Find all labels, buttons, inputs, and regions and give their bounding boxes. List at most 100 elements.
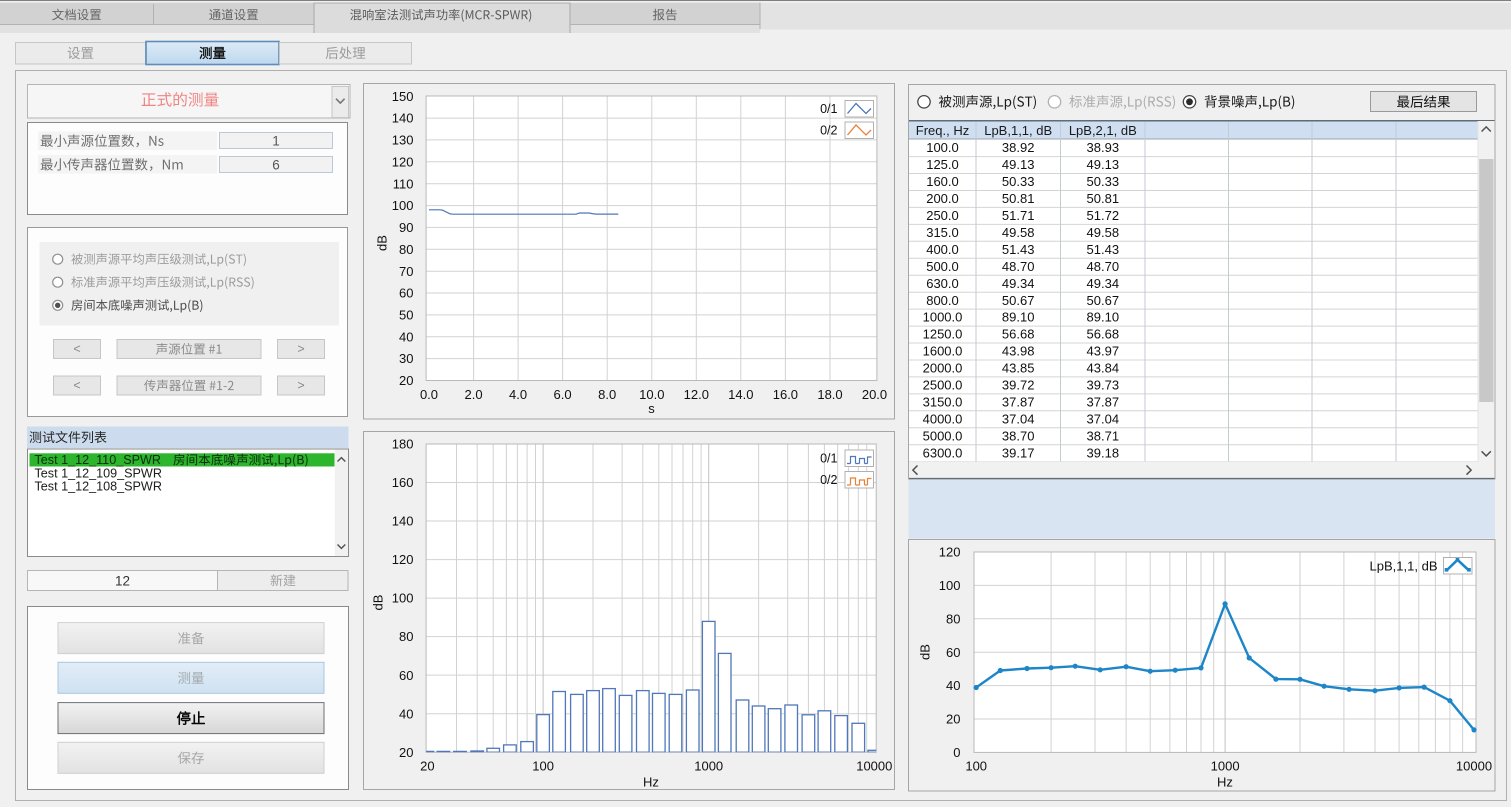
svg-text:40: 40 (399, 706, 413, 721)
svg-text:6.0: 6.0 (554, 387, 572, 402)
svg-text:s: s (648, 401, 655, 416)
svg-text:1250.0: 1250.0 (923, 327, 963, 342)
svg-text:39.18: 39.18 (1087, 445, 1120, 460)
svg-text:12: 12 (115, 573, 130, 588)
svg-text:5000.0: 5000.0 (923, 428, 963, 443)
svg-text:51.71: 51.71 (1002, 208, 1035, 223)
svg-text:100: 100 (392, 198, 414, 213)
svg-text:39.73: 39.73 (1087, 378, 1120, 393)
svg-text:100: 100 (965, 758, 987, 773)
svg-text:14.0: 14.0 (728, 387, 753, 402)
svg-text:48.70: 48.70 (1002, 259, 1035, 274)
svg-text:120: 120 (392, 552, 414, 567)
svg-text:4.0: 4.0 (509, 387, 527, 402)
svg-text:1600.0: 1600.0 (923, 344, 963, 359)
svg-text:LpB,1,1, dB: LpB,1,1, dB (1370, 558, 1438, 573)
svg-text:1000: 1000 (694, 758, 723, 773)
svg-text:1000.0: 1000.0 (923, 310, 963, 325)
svg-text:6300.0: 6300.0 (923, 445, 963, 460)
svg-text:8.0: 8.0 (598, 387, 616, 402)
svg-text:50: 50 (399, 308, 413, 323)
svg-text:Test 1_12_109_SPWR: Test 1_12_109_SPWR (35, 466, 162, 480)
svg-text:125.0: 125.0 (926, 157, 959, 172)
svg-text:Hz: Hz (1217, 774, 1233, 789)
svg-text:150: 150 (392, 89, 414, 104)
svg-text:Hz: Hz (643, 774, 659, 789)
svg-text:500.0: 500.0 (926, 259, 959, 274)
svg-text:80: 80 (946, 611, 960, 626)
svg-text:100: 100 (392, 591, 414, 606)
svg-text:>: > (297, 379, 304, 393)
svg-text:38.70: 38.70 (1002, 428, 1035, 443)
svg-text:80: 80 (399, 629, 413, 644)
svg-text:0/1: 0/1 (820, 102, 837, 116)
svg-text:49.58: 49.58 (1087, 225, 1120, 240)
svg-text:3150.0: 3150.0 (923, 395, 963, 410)
svg-text:89.10: 89.10 (1087, 310, 1120, 325)
svg-text:60: 60 (399, 668, 413, 683)
svg-text:37.04: 37.04 (1002, 411, 1035, 426)
svg-text:250.0: 250.0 (926, 208, 959, 223)
svg-text:40: 40 (946, 678, 960, 693)
svg-text:20: 20 (420, 758, 434, 773)
svg-text:120: 120 (939, 545, 961, 560)
svg-text:800.0: 800.0 (926, 293, 959, 308)
svg-text:38.93: 38.93 (1087, 140, 1120, 155)
svg-text:51.43: 51.43 (1002, 242, 1035, 257)
svg-text:51.43: 51.43 (1087, 242, 1120, 257)
svg-text:49.34: 49.34 (1087, 276, 1120, 291)
svg-text:38.71: 38.71 (1087, 428, 1120, 443)
svg-text:Test 1_12_108_SPWR: Test 1_12_108_SPWR (35, 480, 162, 494)
svg-text:49.34: 49.34 (1002, 276, 1035, 291)
svg-text:38.92: 38.92 (1002, 140, 1035, 155)
svg-text:LpB,1,1, dB: LpB,1,1, dB (984, 123, 1052, 138)
svg-text:315.0: 315.0 (926, 225, 959, 240)
svg-text:20: 20 (399, 373, 413, 388)
svg-text:30: 30 (399, 351, 413, 366)
svg-text:2000.0: 2000.0 (923, 361, 963, 376)
svg-text:48.70: 48.70 (1087, 259, 1120, 274)
svg-text:90: 90 (399, 220, 413, 235)
svg-text:dB: dB (375, 235, 390, 251)
svg-text:0/2: 0/2 (820, 124, 837, 138)
svg-text:130: 130 (392, 133, 414, 148)
svg-text:20: 20 (946, 712, 960, 727)
svg-text:20.0: 20.0 (862, 387, 887, 402)
svg-text:1: 1 (272, 134, 280, 149)
svg-text:43.85: 43.85 (1002, 361, 1035, 376)
svg-text:49.58: 49.58 (1002, 225, 1035, 240)
svg-text:LpB,2,1, dB: LpB,2,1, dB (1069, 123, 1137, 138)
svg-text:50.81: 50.81 (1002, 191, 1035, 206)
svg-text:6: 6 (272, 158, 280, 173)
svg-text:Test 1_12_110_SPWR: Test 1_12_110_SPWR (35, 453, 161, 467)
svg-text:dB: dB (918, 644, 933, 660)
svg-text:180: 180 (392, 437, 414, 452)
svg-text:2500.0: 2500.0 (923, 378, 963, 393)
svg-text:<: < (73, 379, 80, 393)
svg-text:60: 60 (399, 286, 413, 301)
svg-text:100: 100 (939, 578, 961, 593)
svg-text:dB: dB (371, 595, 386, 611)
svg-text:10000: 10000 (1456, 758, 1492, 773)
svg-text:51.72: 51.72 (1087, 208, 1120, 223)
svg-text:12.0: 12.0 (684, 387, 709, 402)
svg-text:50.33: 50.33 (1087, 174, 1120, 189)
svg-text:4000.0: 4000.0 (923, 411, 963, 426)
svg-text:56.68: 56.68 (1002, 327, 1035, 342)
svg-text:43.97: 43.97 (1087, 344, 1120, 359)
svg-text:39.72: 39.72 (1002, 378, 1035, 393)
svg-text:0.0: 0.0 (420, 387, 438, 402)
svg-text:0/2: 0/2 (820, 473, 837, 487)
svg-text:49.13: 49.13 (1087, 157, 1120, 172)
svg-text:Freq., Hz: Freq., Hz (916, 123, 969, 138)
svg-text:200.0: 200.0 (926, 191, 959, 206)
svg-text:20: 20 (399, 745, 413, 760)
svg-text:50.67: 50.67 (1002, 293, 1035, 308)
svg-text:40: 40 (399, 329, 413, 344)
svg-text:120: 120 (392, 154, 414, 169)
svg-text:43.98: 43.98 (1002, 344, 1035, 359)
svg-text:1000: 1000 (1211, 758, 1240, 773)
svg-text:37.04: 37.04 (1087, 411, 1120, 426)
svg-text:<: < (73, 342, 80, 356)
svg-text:100.0: 100.0 (926, 140, 959, 155)
